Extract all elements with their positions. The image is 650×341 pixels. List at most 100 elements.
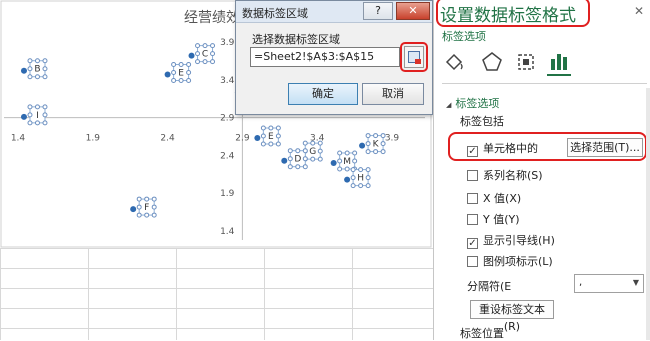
data-label: E bbox=[268, 132, 274, 142]
selection-handle bbox=[178, 62, 184, 68]
separator-value: , bbox=[579, 277, 583, 288]
selection-handle bbox=[34, 104, 40, 110]
selection-handle bbox=[210, 51, 216, 57]
size-properties-tab-icon[interactable] bbox=[514, 50, 538, 76]
selection-handle bbox=[42, 112, 48, 118]
selection-handle bbox=[34, 74, 40, 80]
selection-handle bbox=[195, 43, 201, 49]
range-input[interactable]: =Sheet2!$A$3:$A$15 bbox=[250, 47, 400, 67]
option-leader-lines[interactable]: ✓ 显示引导线(H) bbox=[467, 232, 555, 249]
selection-handle bbox=[136, 196, 142, 202]
selection-handle bbox=[350, 183, 356, 189]
selection-handle bbox=[310, 156, 316, 162]
selection-handle bbox=[27, 112, 33, 118]
option-x-value[interactable]: X 值(X) bbox=[467, 190, 521, 205]
selection-handle bbox=[171, 78, 177, 84]
selection-handle bbox=[365, 167, 371, 173]
close-button[interactable]: ✕ bbox=[396, 2, 430, 20]
selection-handle bbox=[195, 59, 201, 65]
effects-tab-icon[interactable] bbox=[480, 50, 504, 76]
selection-handle bbox=[337, 150, 343, 156]
x-tick-label: 2.9 bbox=[235, 134, 250, 144]
checkbox-x-value[interactable] bbox=[467, 193, 478, 204]
chevron-down-icon: ▼ bbox=[632, 278, 639, 287]
selection-handle bbox=[210, 59, 216, 65]
data-label: I bbox=[36, 111, 39, 121]
worksheet-grid[interactable] bbox=[0, 248, 433, 340]
selection-handle bbox=[195, 51, 201, 57]
selection-handle bbox=[302, 148, 308, 154]
selection-handle bbox=[202, 59, 208, 65]
x-tick-label: 2.4 bbox=[160, 134, 175, 144]
ok-button[interactable]: 确定 bbox=[288, 83, 358, 105]
label-contains-heading: 标签包括 bbox=[460, 115, 504, 128]
selection-handle bbox=[365, 175, 371, 181]
pane-divider bbox=[442, 83, 647, 84]
pane-scrollbar[interactable] bbox=[646, 88, 650, 340]
selection-handle bbox=[27, 120, 33, 126]
selection-handle bbox=[42, 120, 48, 126]
selection-handle bbox=[380, 149, 386, 155]
y-tick-label: 1.9 bbox=[220, 189, 235, 199]
selection-handle bbox=[42, 58, 48, 64]
selection-handle bbox=[27, 66, 33, 72]
reset-label-text-button[interactable]: 重设标签文本(R) bbox=[470, 300, 554, 333]
selection-handle bbox=[210, 43, 216, 49]
selection-handle bbox=[373, 133, 379, 139]
fill-line-tab-icon[interactable] bbox=[442, 50, 466, 76]
checkbox-y-value[interactable] bbox=[467, 214, 478, 225]
selection-handle bbox=[365, 141, 371, 147]
selection-handle bbox=[42, 66, 48, 72]
selection-handle bbox=[186, 62, 192, 68]
separator-dropdown[interactable]: , ▼ bbox=[574, 274, 644, 293]
selection-handle bbox=[260, 141, 266, 147]
option-y-value[interactable]: Y 值(Y) bbox=[467, 211, 520, 226]
selection-handle bbox=[260, 125, 266, 131]
selection-handle bbox=[352, 158, 358, 164]
selection-handle bbox=[144, 196, 150, 202]
y-tick-label: 3.4 bbox=[220, 76, 235, 86]
data-label-range-dialog: 数据标签区域 ? ✕ 选择数据标签区域 =Sheet2!$A$3:$A$15 确… bbox=[235, 0, 433, 115]
data-point bbox=[130, 206, 137, 213]
selection-handle bbox=[34, 120, 40, 126]
checkbox-series-name[interactable] bbox=[467, 170, 478, 181]
selection-handle bbox=[268, 141, 274, 147]
data-point bbox=[188, 52, 195, 59]
selection-handle bbox=[302, 156, 308, 162]
data-label: C bbox=[202, 50, 208, 60]
selection-handle bbox=[144, 212, 150, 218]
y-tick-label: 1.4 bbox=[220, 227, 235, 237]
pane-subtitle[interactable]: 标签选项 bbox=[442, 28, 486, 44]
option-series-name[interactable]: 系列名称(S) bbox=[467, 167, 543, 182]
selection-handle bbox=[352, 150, 358, 156]
checkbox-leader-lines[interactable]: ✓ bbox=[467, 238, 478, 249]
y-tick-label: 2.9 bbox=[220, 114, 235, 124]
selection-handle bbox=[373, 149, 379, 155]
data-point bbox=[164, 71, 171, 78]
data-point bbox=[281, 157, 288, 164]
selection-handle bbox=[365, 149, 371, 155]
selection-handle bbox=[136, 212, 142, 218]
selection-handle bbox=[287, 164, 293, 170]
pane-close-icon[interactable]: ✕ bbox=[634, 4, 644, 18]
selection-handle bbox=[27, 74, 33, 80]
data-point bbox=[20, 113, 27, 120]
selection-handle bbox=[380, 141, 386, 147]
selection-handle bbox=[275, 125, 281, 131]
selection-handle bbox=[27, 104, 33, 110]
help-button[interactable]: ? bbox=[363, 2, 393, 20]
selection-handle bbox=[202, 43, 208, 49]
selection-handle bbox=[151, 196, 157, 202]
selection-handle bbox=[344, 150, 350, 156]
selection-handle bbox=[344, 166, 350, 172]
label-options-tab-icon[interactable] bbox=[547, 50, 571, 76]
data-label: B bbox=[34, 65, 40, 75]
dialog-titlebar[interactable]: 数据标签区域 ? ✕ bbox=[236, 1, 432, 23]
data-label: E bbox=[178, 69, 184, 79]
selection-handle bbox=[27, 58, 33, 64]
label-options-section-header[interactable]: 标签选项 bbox=[446, 95, 499, 111]
option-legend-key[interactable]: 图例项标示(L) bbox=[467, 253, 553, 268]
highlight-collapse-button bbox=[400, 42, 428, 72]
cancel-button[interactable]: 取消 bbox=[362, 83, 424, 105]
checkbox-legend-key[interactable] bbox=[467, 256, 478, 267]
